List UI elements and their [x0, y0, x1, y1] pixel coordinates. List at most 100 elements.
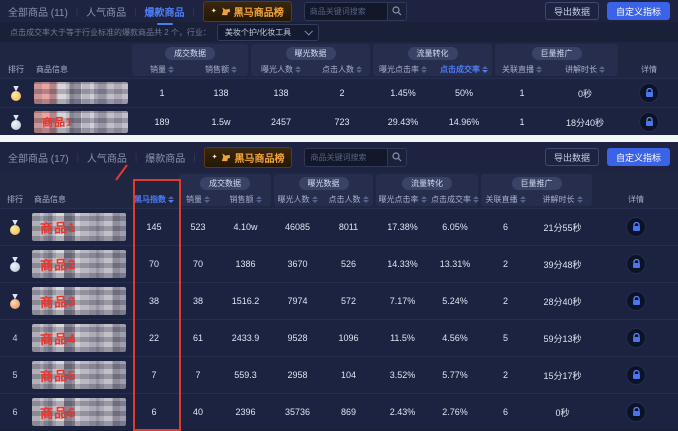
- product-info-cell[interactable]: 商品5: [30, 357, 130, 393]
- table-row[interactable]: 商品1 189 1.5w 2457 723 29.43% 14.96% 1 18…: [0, 107, 678, 136]
- metric-value: 1: [132, 79, 192, 107]
- col-click-deal-rate[interactable]: 点击成交率: [430, 194, 480, 205]
- metric-value: 1516.2: [218, 283, 273, 319]
- sort-icon[interactable]: [520, 196, 526, 203]
- product-image: 商品1: [34, 111, 128, 133]
- red-annotation-label: 商品2: [40, 254, 77, 274]
- search-button[interactable]: [387, 3, 406, 20]
- col-exposure-count[interactable]: 曝光人数: [250, 64, 312, 75]
- sort-icon[interactable]: [168, 66, 174, 73]
- lock-icon: [645, 88, 654, 98]
- detail-button[interactable]: [626, 402, 646, 422]
- col-explain-duration[interactable]: 讲解时长: [531, 194, 594, 205]
- detail-button[interactable]: [626, 328, 646, 348]
- custom-metrics-button[interactable]: 自定义指标: [607, 148, 670, 166]
- product-info-cell[interactable]: 商品2: [30, 246, 130, 282]
- product-image: 商品6: [32, 398, 126, 426]
- group-pill: 成交数据: [165, 47, 215, 60]
- sort-icon[interactable]: [168, 196, 174, 203]
- table-header-top: 成交数据 曝光数据 流量转化 巨量推广 排行 商品信息 销量 销售额 曝光人数 …: [0, 42, 678, 78]
- detail-button[interactable]: [626, 291, 646, 311]
- metric-value: 6: [480, 394, 531, 430]
- export-data-button[interactable]: 导出数据: [545, 148, 599, 166]
- tab-popular-products[interactable]: 人气商品: [87, 150, 127, 165]
- search-icon: [392, 6, 402, 16]
- search-input-bottom[interactable]: [305, 149, 387, 166]
- detail-button[interactable]: [639, 83, 659, 103]
- sort-icon[interactable]: [204, 196, 210, 203]
- sort-icon[interactable]: [256, 196, 262, 203]
- metric-value: 70: [178, 246, 218, 282]
- sort-icon[interactable]: [312, 196, 318, 203]
- product-info-cell[interactable]: 商品6: [30, 394, 130, 430]
- col-sales-volume[interactable]: 销量: [178, 194, 218, 205]
- tab-dark-horse-badge[interactable]: ✦ 黑马商品榜: [204, 147, 293, 168]
- tab-hot-products[interactable]: 爆款商品: [145, 150, 185, 165]
- metric-value: 3670: [273, 246, 322, 282]
- tab-all-products[interactable]: 全部商品 (11): [8, 4, 68, 19]
- col-linked-live[interactable]: 关联直播: [480, 194, 531, 205]
- industry-dropdown[interactable]: 美妆个护/化妆工具: [217, 24, 319, 41]
- sort-icon[interactable]: [295, 66, 301, 73]
- product-info-cell[interactable]: 商品3: [30, 283, 130, 319]
- table-row[interactable]: 5 商品5 7 7 559.3 2958 104 3.52% 5.77% 2 1…: [0, 356, 678, 393]
- search-input-top[interactable]: [305, 3, 387, 20]
- table-row[interactable]: 6 商品6 6 40 2396 35736 869 2.43% 2.76% 6 …: [0, 393, 678, 430]
- product-info-cell[interactable]: 商品1: [30, 209, 130, 245]
- metric-value: 1: [494, 79, 550, 107]
- col-explain-duration[interactable]: 讲解时长: [550, 64, 620, 75]
- table-row[interactable]: 4 商品4 22 61 2433.9 9528 1096 11.5% 4.56%…: [0, 319, 678, 356]
- table-row[interactable]: 商品2 70 70 1386 3670 526 14.33% 13.31% 2 …: [0, 245, 678, 282]
- col-exposure-click-rate[interactable]: 曝光点击率: [372, 64, 434, 75]
- sort-icon[interactable]: [363, 196, 369, 203]
- sort-icon[interactable]: [473, 196, 479, 203]
- sort-icon[interactable]: [356, 66, 362, 73]
- product-info-cell[interactable]: 商品4: [30, 320, 130, 356]
- tab-hot-products[interactable]: 爆款商品: [145, 4, 185, 19]
- metric-value: 5: [480, 320, 531, 356]
- detail-cell: [594, 209, 678, 245]
- col-click-deal-rate[interactable]: 点击成交率: [434, 64, 494, 75]
- table-row[interactable]: 1 138 138 2 1.45% 50% 1 0秒: [0, 78, 678, 107]
- sort-icon[interactable]: [599, 66, 605, 73]
- sort-icon[interactable]: [536, 66, 542, 73]
- sort-icon[interactable]: [482, 66, 488, 73]
- col-linked-live[interactable]: 关联直播: [494, 64, 550, 75]
- sort-icon[interactable]: [231, 66, 237, 73]
- metric-value: 104: [322, 357, 375, 393]
- metric-value: 7: [130, 357, 178, 393]
- notice-bar: 点击成交率大于等于行业标准的爆款商品共 2 个，行业： 美妆个护/化妆工具: [0, 22, 678, 42]
- col-exposure-count[interactable]: 曝光人数: [273, 194, 322, 205]
- sort-icon[interactable]: [421, 66, 427, 73]
- sort-icon[interactable]: [421, 196, 427, 203]
- rank-cell: [0, 283, 30, 319]
- col-sales-volume[interactable]: 销量: [132, 64, 192, 75]
- col-sales-amount[interactable]: 销售额: [192, 64, 250, 75]
- search-button[interactable]: [387, 149, 406, 166]
- rank-number: 4: [12, 333, 17, 343]
- tab-all-products[interactable]: 全部商品 (17): [8, 150, 69, 165]
- custom-metrics-button[interactable]: 自定义指标: [607, 2, 670, 20]
- detail-button[interactable]: [626, 254, 646, 274]
- col-dark-horse-index[interactable]: 黑马指数: [130, 194, 178, 205]
- table-row[interactable]: 商品3 38 38 1516.2 7974 572 7.17% 5.24% 2 …: [0, 282, 678, 319]
- detail-button[interactable]: [626, 217, 646, 237]
- export-data-button[interactable]: 导出数据: [545, 2, 599, 20]
- tab-dark-horse-badge[interactable]: ✦ 黑马商品榜: [203, 1, 292, 22]
- product-info-cell[interactable]: [32, 79, 132, 107]
- product-info-cell[interactable]: 商品1: [32, 108, 132, 136]
- col-click-count[interactable]: 点击人数: [312, 64, 372, 75]
- col-click-count[interactable]: 点击人数: [322, 194, 375, 205]
- tab-popular-products[interactable]: 人气商品: [86, 4, 126, 19]
- col-exposure-click-rate[interactable]: 曝光点击率: [375, 194, 430, 205]
- detail-button[interactable]: [639, 112, 659, 132]
- group-pill: 曝光数据: [299, 177, 349, 190]
- tab-divider: |: [193, 152, 195, 162]
- metric-value: 4.10w: [218, 209, 273, 245]
- metric-value: 2.43%: [375, 394, 430, 430]
- detail-button[interactable]: [626, 365, 646, 385]
- sort-icon[interactable]: [577, 196, 583, 203]
- metric-value: 2457: [250, 108, 312, 136]
- table-row[interactable]: 商品1 145 523 4.10w 46085 8011 17.38% 6.05…: [0, 208, 678, 245]
- col-sales-amount[interactable]: 销售额: [218, 194, 273, 205]
